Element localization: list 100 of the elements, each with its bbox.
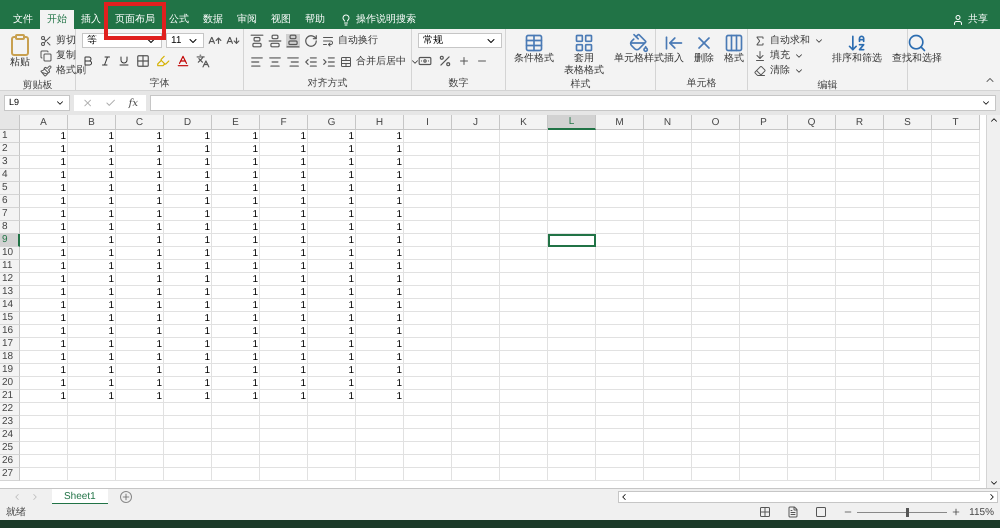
- row-header[interactable]: 5: [0, 182, 20, 195]
- table-cell-text: 1: [395, 195, 403, 208]
- row-header[interactable]: 24: [0, 429, 20, 442]
- table-cell-text: 1: [299, 156, 307, 169]
- font-size-field[interactable]: 11: [166, 33, 204, 48]
- ribbon-tab[interactable]: 插入: [74, 10, 108, 29]
- row-header[interactable]: 7: [0, 208, 20, 221]
- row-header[interactable]: 21: [0, 390, 20, 403]
- row-header[interactable]: 4: [0, 169, 20, 182]
- column-header[interactable]: I: [404, 115, 452, 130]
- row-header[interactable]: 27: [0, 468, 20, 481]
- clipboard-command[interactable]: 复制: [40, 48, 86, 63]
- table-cell-text: 1: [395, 351, 403, 364]
- row-header[interactable]: 8: [0, 221, 20, 234]
- row-header[interactable]: 1: [0, 130, 20, 143]
- ribbon-tab[interactable]: 帮助: [298, 10, 332, 29]
- column-header[interactable]: G: [308, 115, 356, 130]
- column-header[interactable]: L: [548, 115, 596, 130]
- ribbon-tab[interactable]: 数据: [196, 10, 230, 29]
- ribbon-tab[interactable]: 视图: [264, 10, 298, 29]
- row-header[interactable]: 9: [0, 234, 20, 247]
- row-header[interactable]: 6: [0, 195, 20, 208]
- ribbon-tab[interactable]: 公式: [162, 10, 196, 29]
- table-cell-text: 1: [107, 338, 115, 351]
- ribbon-tab[interactable]: 开始: [40, 10, 74, 29]
- row-header[interactable]: 17: [0, 338, 20, 351]
- column-header[interactable]: F: [260, 115, 308, 130]
- number-format-field[interactable]: 常规: [418, 33, 502, 48]
- select-all-corner[interactable]: [0, 115, 20, 130]
- insert-function-label[interactable]: fx: [128, 96, 138, 110]
- table-cell-text: 1: [299, 234, 307, 247]
- horizontal-scrollbar[interactable]: [618, 490, 998, 502]
- row-header[interactable]: 14: [0, 299, 20, 312]
- ribbon-tab[interactable]: 文件: [6, 10, 40, 29]
- column-header[interactable]: D: [164, 115, 212, 130]
- merge-center-button[interactable]: 合并后居中: [340, 54, 420, 69]
- row-header[interactable]: 26: [0, 455, 20, 468]
- tell-me-search[interactable]: 操作说明搜索: [332, 10, 424, 29]
- styles-button[interactable]: 套用 表格格式: [562, 33, 606, 77]
- zoom-level[interactable]: 115%: [969, 504, 994, 520]
- cells-button[interactable]: 格式: [722, 33, 746, 76]
- column-header[interactable]: H: [356, 115, 404, 130]
- sheet-tab[interactable]: Sheet1: [52, 488, 108, 504]
- column-header[interactable]: S: [884, 115, 932, 130]
- column-header[interactable]: T: [932, 115, 980, 130]
- column-header[interactable]: P: [740, 115, 788, 130]
- row-header[interactable]: 3: [0, 156, 20, 169]
- column-header[interactable]: E: [212, 115, 260, 130]
- table-cell-text: 1: [251, 130, 259, 143]
- row-header[interactable]: 2: [0, 143, 20, 156]
- table-cell-text: 1: [203, 247, 211, 260]
- row-header[interactable]: 13: [0, 286, 20, 299]
- table-cell-text: 1: [59, 312, 67, 325]
- column-header[interactable]: K: [500, 115, 548, 130]
- column-header[interactable]: M: [596, 115, 644, 130]
- editing-command[interactable]: 填充: [754, 48, 824, 63]
- ribbon-tab[interactable]: 页面布局: [108, 10, 162, 29]
- editing-button[interactable]: 排序和筛选: [830, 33, 884, 78]
- column-header[interactable]: N: [644, 115, 692, 130]
- cells-button[interactable]: 删除: [692, 33, 716, 76]
- share-button[interactable]: 共享: [940, 10, 1000, 29]
- editing-command[interactable]: 自动求和: [754, 33, 824, 48]
- editing-button[interactable]: 查找和选择: [890, 33, 944, 78]
- row-header[interactable]: 10: [0, 247, 20, 260]
- column-header[interactable]: J: [452, 115, 500, 130]
- row-header[interactable]: 12: [0, 273, 20, 286]
- wrap-text-button[interactable]: 自动换行: [322, 33, 378, 48]
- column-header[interactable]: R: [836, 115, 884, 130]
- table-cell-text: 1: [347, 273, 355, 286]
- row-header[interactable]: 15: [0, 312, 20, 325]
- name-box[interactable]: L9: [4, 95, 70, 111]
- column-header[interactable]: Q: [788, 115, 836, 130]
- group-label: 剪贴板: [22, 78, 52, 92]
- table-cell-text: 1: [299, 260, 307, 273]
- row-header[interactable]: 16: [0, 325, 20, 338]
- row-header[interactable]: 18: [0, 351, 20, 364]
- row-header[interactable]: 11: [0, 260, 20, 273]
- row-header[interactable]: 23: [0, 416, 20, 429]
- table-cell-text: 1: [59, 247, 67, 260]
- table-cell-text: 1: [155, 130, 163, 143]
- cells-button[interactable]: 插入: [662, 33, 686, 76]
- column-header[interactable]: C: [116, 115, 164, 130]
- row-header[interactable]: 19: [0, 364, 20, 377]
- formula-field[interactable]: [150, 95, 996, 111]
- clipboard-command[interactable]: 格式刷: [40, 63, 86, 78]
- column-header[interactable]: O: [692, 115, 740, 130]
- row-header[interactable]: 22: [0, 403, 20, 416]
- align-left-icon: [250, 54, 264, 68]
- zoom-slider-thumb[interactable]: [906, 508, 909, 516]
- row-header[interactable]: 20: [0, 377, 20, 390]
- column-header[interactable]: A: [20, 115, 68, 130]
- row-header[interactable]: 25: [0, 442, 20, 455]
- currency-icon: [418, 54, 432, 68]
- paste-button[interactable]: 粘贴: [6, 33, 34, 78]
- merge-icon: [340, 56, 352, 68]
- table-cell-text: 1: [203, 351, 211, 364]
- editing-command[interactable]: 清除: [754, 63, 824, 78]
- styles-button[interactable]: 条件格式: [512, 33, 556, 77]
- ribbon-tab[interactable]: 审阅: [230, 10, 264, 29]
- column-header[interactable]: B: [68, 115, 116, 130]
